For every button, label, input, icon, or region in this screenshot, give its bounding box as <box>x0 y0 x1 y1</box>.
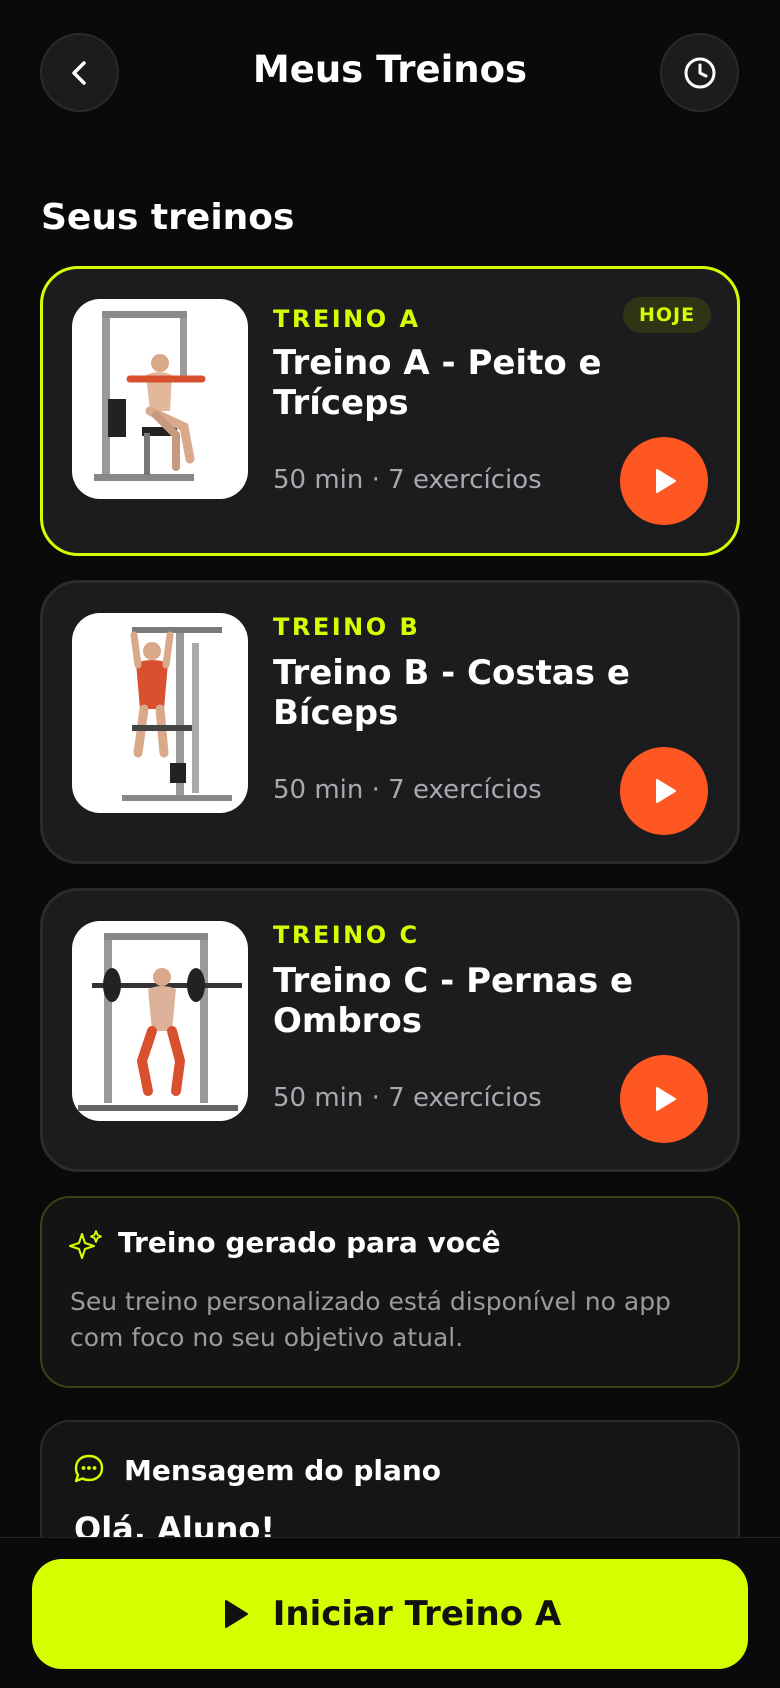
section-title: Seus treinos <box>41 197 295 238</box>
workout-tag: TREINO C <box>273 921 420 949</box>
play-button[interactable] <box>620 1055 708 1143</box>
header: Meus Treinos <box>0 0 780 145</box>
workout-tag: TREINO B <box>273 613 421 641</box>
workout-thumbnail <box>72 299 248 499</box>
plan-message-title: Mensagem do plano <box>124 1454 442 1487</box>
workout-tag: TREINO A <box>273 305 421 333</box>
play-icon <box>656 779 676 803</box>
workout-meta: 50 min · 7 exercícios <box>273 775 542 805</box>
workout-title: Treino B - Costas e Bíceps <box>273 653 630 733</box>
play-icon <box>224 1600 248 1628</box>
workout-meta: 50 min · 7 exercícios <box>273 1083 542 1113</box>
workout-title: Treino A - Peito e Tríceps <box>273 343 602 423</box>
play-icon <box>656 1087 676 1111</box>
chest-press-machine-illustration <box>94 311 206 481</box>
play-icon <box>656 469 676 493</box>
chat-bubble-icon <box>74 1454 104 1483</box>
today-badge: HOJE <box>623 297 712 333</box>
workout-card-b[interactable]: TREINO B Treino B - Costas e Bíceps 50 m… <box>40 580 740 864</box>
bottom-action-bar: Iniciar Treino A <box>0 1537 780 1688</box>
workout-thumbnail <box>72 921 248 1121</box>
play-button[interactable] <box>620 437 708 525</box>
workout-thumbnail <box>72 613 248 813</box>
workout-card-a[interactable]: TREINO A HOJE Treino A - Peito e Tríceps… <box>40 266 740 556</box>
play-button[interactable] <box>620 747 708 835</box>
generated-workout-text: Seu treino personalizado está disponível… <box>70 1287 671 1352</box>
workout-title: Treino C - Pernas e Ombros <box>273 961 634 1041</box>
workout-meta: 50 min · 7 exercícios <box>273 465 542 495</box>
sparkles-icon <box>69 1230 102 1259</box>
clock-icon <box>684 57 715 88</box>
pull-up-station-illustration <box>122 627 232 801</box>
generated-workout-title: Treino gerado para você <box>118 1226 501 1259</box>
smith-machine-squat-illustration <box>78 933 242 1111</box>
workout-card-c[interactable]: TREINO C Treino C - Pernas e Ombros 50 m… <box>40 888 740 1172</box>
history-button[interactable] <box>660 33 739 112</box>
start-workout-label: Iniciar Treino A <box>272 1594 562 1634</box>
generated-workout-card: Treino gerado para você Seu treino perso… <box>40 1196 740 1388</box>
start-workout-button[interactable]: Iniciar Treino A <box>32 1559 748 1669</box>
